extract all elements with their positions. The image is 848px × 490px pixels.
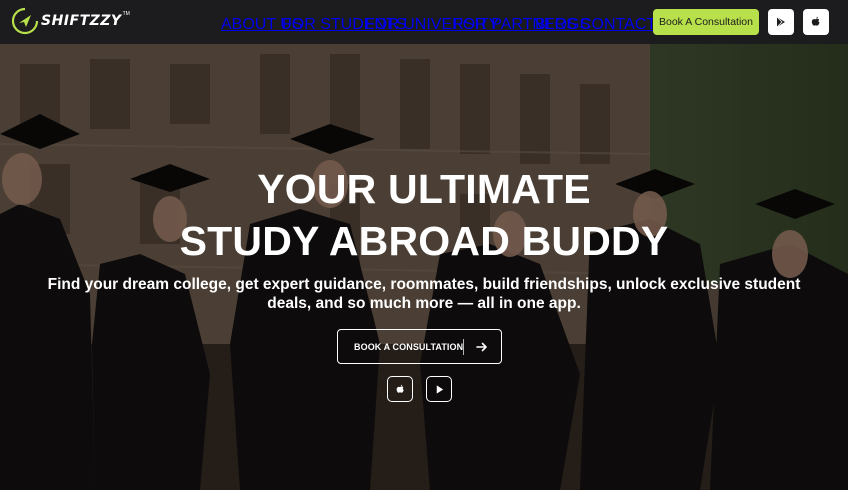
hero-title-line2: STUDY ABROAD BUDDY [179, 218, 669, 264]
hero-app-store-button[interactable] [387, 376, 413, 402]
brand-name: SHIFTZZY [41, 13, 122, 29]
hero-google-play-button[interactable] [426, 376, 452, 402]
logo-icon [11, 7, 39, 35]
app-store-button[interactable] [803, 9, 829, 35]
hero-section: YOUR ULTIMATE STUDY ABROAD BUDDY Find yo… [0, 44, 848, 490]
hero-overlay [0, 44, 848, 490]
hero-cta-label: BOOK A CONSULTATION [354, 341, 464, 352]
apple-icon [811, 16, 820, 26]
trademark: TM [122, 11, 130, 17]
book-consultation-button[interactable]: Book A Consultation [653, 9, 759, 35]
hero-title-line1: YOUR ULTIMATE [257, 166, 591, 212]
hero-subtitle-line1: Find your dream college, get expert guid… [47, 276, 801, 293]
play-icon [436, 384, 443, 394]
apple-icon [396, 384, 404, 393]
google-play-icon [776, 16, 785, 28]
site-header: SHIFTZZY TM ABOUT US FOR STUDENTS FOR UN… [0, 0, 848, 44]
arrow-right-icon [476, 342, 487, 352]
hero-book-consultation-button[interactable]: BOOK A CONSULTATION [337, 329, 502, 364]
brand-logo[interactable]: SHIFTZZY TM [11, 7, 130, 35]
google-play-button[interactable] [768, 9, 794, 35]
cta-divider [463, 339, 464, 355]
hero-subtitle-line2: deals, and so much more — all in one app… [267, 295, 581, 312]
